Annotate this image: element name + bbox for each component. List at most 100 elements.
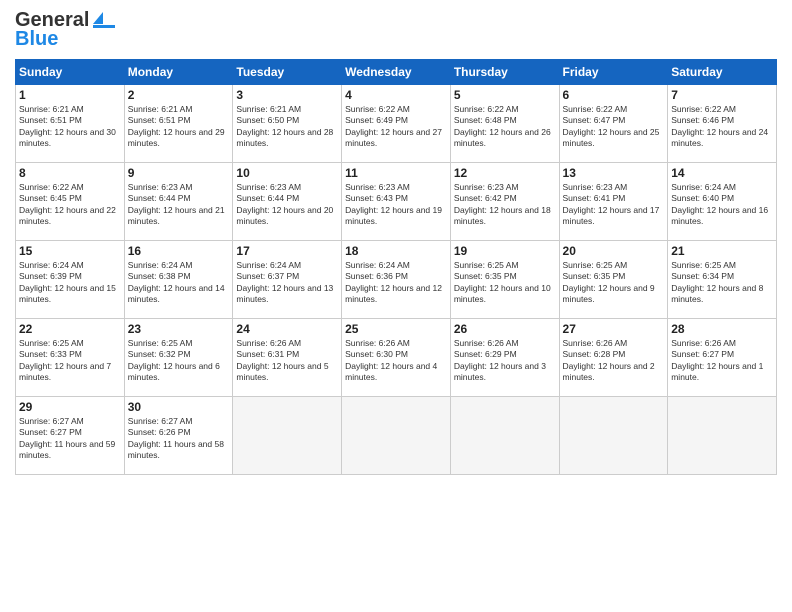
calendar-cell: 14 Sunrise: 6:24 AMSunset: 6:40 PMDayligh… <box>668 163 777 241</box>
day-number: 28 <box>671 322 773 336</box>
day-number: 21 <box>671 244 773 258</box>
calendar-cell: 8 Sunrise: 6:22 AMSunset: 6:45 PMDaylight… <box>16 163 125 241</box>
calendar-cell <box>233 397 342 475</box>
day-header-sunday: Sunday <box>16 60 125 85</box>
day-info: Sunrise: 6:21 AMSunset: 6:51 PMDaylight:… <box>128 104 230 150</box>
day-info: Sunrise: 6:26 AMSunset: 6:31 PMDaylight:… <box>236 338 338 384</box>
day-info: Sunrise: 6:24 AMSunset: 6:40 PMDaylight:… <box>671 182 773 228</box>
calendar-cell: 24 Sunrise: 6:26 AMSunset: 6:31 PMDayligh… <box>233 319 342 397</box>
day-info: Sunrise: 6:22 AMSunset: 6:48 PMDaylight:… <box>454 104 556 150</box>
calendar-cell: 15 Sunrise: 6:24 AMSunset: 6:39 PMDayligh… <box>16 241 125 319</box>
day-number: 5 <box>454 88 556 102</box>
day-number: 10 <box>236 166 338 180</box>
day-info: Sunrise: 6:26 AMSunset: 6:29 PMDaylight:… <box>454 338 556 384</box>
day-number: 11 <box>345 166 447 180</box>
calendar-cell: 1 Sunrise: 6:21 AMSunset: 6:51 PMDaylight… <box>16 85 125 163</box>
calendar-cell: 6 Sunrise: 6:22 AMSunset: 6:47 PMDaylight… <box>559 85 668 163</box>
calendar-cell: 4 Sunrise: 6:22 AMSunset: 6:49 PMDaylight… <box>342 85 451 163</box>
day-number: 24 <box>236 322 338 336</box>
day-info: Sunrise: 6:24 AMSunset: 6:36 PMDaylight:… <box>345 260 447 306</box>
day-header-thursday: Thursday <box>450 60 559 85</box>
calendar-cell: 30 Sunrise: 6:27 AMSunset: 6:26 PMDayligh… <box>124 397 233 475</box>
day-info: Sunrise: 6:27 AMSunset: 6:27 PMDaylight:… <box>19 416 121 462</box>
day-info: Sunrise: 6:26 AMSunset: 6:27 PMDaylight:… <box>671 338 773 384</box>
day-number: 26 <box>454 322 556 336</box>
day-number: 9 <box>128 166 230 180</box>
calendar-cell: 9 Sunrise: 6:23 AMSunset: 6:44 PMDaylight… <box>124 163 233 241</box>
logo-blue-text: Blue <box>15 28 58 51</box>
day-number: 25 <box>345 322 447 336</box>
day-info: Sunrise: 6:22 AMSunset: 6:46 PMDaylight:… <box>671 104 773 150</box>
day-info: Sunrise: 6:26 AMSunset: 6:30 PMDaylight:… <box>345 338 447 384</box>
day-number: 19 <box>454 244 556 258</box>
logo: General Blue <box>15 10 115 51</box>
calendar-cell: 21 Sunrise: 6:25 AMSunset: 6:34 PMDayligh… <box>668 241 777 319</box>
calendar-cell: 25 Sunrise: 6:26 AMSunset: 6:30 PMDayligh… <box>342 319 451 397</box>
day-info: Sunrise: 6:25 AMSunset: 6:35 PMDaylight:… <box>563 260 665 306</box>
day-info: Sunrise: 6:23 AMSunset: 6:41 PMDaylight:… <box>563 182 665 228</box>
day-number: 8 <box>19 166 121 180</box>
calendar-cell: 2 Sunrise: 6:21 AMSunset: 6:51 PMDaylight… <box>124 85 233 163</box>
calendar-cell: 20 Sunrise: 6:25 AMSunset: 6:35 PMDayligh… <box>559 241 668 319</box>
day-header-monday: Monday <box>124 60 233 85</box>
day-info: Sunrise: 6:23 AMSunset: 6:44 PMDaylight:… <box>236 182 338 228</box>
calendar-cell: 28 Sunrise: 6:26 AMSunset: 6:27 PMDayligh… <box>668 319 777 397</box>
calendar-cell: 19 Sunrise: 6:25 AMSunset: 6:35 PMDayligh… <box>450 241 559 319</box>
calendar-cell: 11Sunrise: 6:23 AMSunset: 6:43 PMDayligh… <box>342 163 451 241</box>
day-number: 30 <box>128 400 230 414</box>
day-info: Sunrise: 6:27 AMSunset: 6:26 PMDaylight:… <box>128 416 230 462</box>
day-number: 16 <box>128 244 230 258</box>
day-number: 20 <box>563 244 665 258</box>
day-info: Sunrise: 6:25 AMSunset: 6:32 PMDaylight:… <box>128 338 230 384</box>
day-header-friday: Friday <box>559 60 668 85</box>
day-number: 13 <box>563 166 665 180</box>
day-info: Sunrise: 6:25 AMSunset: 6:35 PMDaylight:… <box>454 260 556 306</box>
calendar-cell: 10 Sunrise: 6:23 AMSunset: 6:44 PMDayligh… <box>233 163 342 241</box>
day-info: Sunrise: 6:23 AMSunset: 6:42 PMDaylight:… <box>454 182 556 228</box>
calendar-cell: 17 Sunrise: 6:24 AMSunset: 6:37 PMDayligh… <box>233 241 342 319</box>
day-info: Sunrise: 6:24 AMSunset: 6:37 PMDaylight:… <box>236 260 338 306</box>
day-info: Sunrise: 6:24 AMSunset: 6:38 PMDaylight:… <box>128 260 230 306</box>
calendar-cell: 13 Sunrise: 6:23 AMSunset: 6:41 PMDayligh… <box>559 163 668 241</box>
day-number: 2 <box>128 88 230 102</box>
day-info: Sunrise: 6:26 AMSunset: 6:28 PMDaylight:… <box>563 338 665 384</box>
day-number: 15 <box>19 244 121 258</box>
calendar-cell <box>342 397 451 475</box>
day-info: Sunrise: 6:22 AMSunset: 6:45 PMDaylight:… <box>19 182 121 228</box>
day-number: 6 <box>563 88 665 102</box>
day-info: Sunrise: 6:25 AMSunset: 6:33 PMDaylight:… <box>19 338 121 384</box>
day-number: 7 <box>671 88 773 102</box>
calendar-cell <box>559 397 668 475</box>
day-number: 29 <box>19 400 121 414</box>
day-number: 27 <box>563 322 665 336</box>
day-info: Sunrise: 6:22 AMSunset: 6:49 PMDaylight:… <box>345 104 447 150</box>
day-number: 4 <box>345 88 447 102</box>
day-number: 18 <box>345 244 447 258</box>
calendar-cell: 27 Sunrise: 6:26 AMSunset: 6:28 PMDayligh… <box>559 319 668 397</box>
day-info: Sunrise: 6:21 AMSunset: 6:50 PMDaylight:… <box>236 104 338 150</box>
day-header-tuesday: Tuesday <box>233 60 342 85</box>
calendar-cell: 26 Sunrise: 6:26 AMSunset: 6:29 PMDayligh… <box>450 319 559 397</box>
day-number: 23 <box>128 322 230 336</box>
calendar-cell: 29 Sunrise: 6:27 AMSunset: 6:27 PMDayligh… <box>16 397 125 475</box>
calendar-cell: 23 Sunrise: 6:25 AMSunset: 6:32 PMDayligh… <box>124 319 233 397</box>
day-header-saturday: Saturday <box>668 60 777 85</box>
calendar-cell: 22Sunrise: 6:25 AMSunset: 6:33 PMDayligh… <box>16 319 125 397</box>
day-info: Sunrise: 6:21 AMSunset: 6:51 PMDaylight:… <box>19 104 121 150</box>
calendar-cell: 12 Sunrise: 6:23 AMSunset: 6:42 PMDayligh… <box>450 163 559 241</box>
day-info: Sunrise: 6:25 AMSunset: 6:34 PMDaylight:… <box>671 260 773 306</box>
day-number: 12 <box>454 166 556 180</box>
day-info: Sunrise: 6:24 AMSunset: 6:39 PMDaylight:… <box>19 260 121 306</box>
calendar-cell <box>450 397 559 475</box>
day-number: 17 <box>236 244 338 258</box>
day-header-wednesday: Wednesday <box>342 60 451 85</box>
day-info: Sunrise: 6:23 AMSunset: 6:44 PMDaylight:… <box>128 182 230 228</box>
day-info: Sunrise: 6:22 AMSunset: 6:47 PMDaylight:… <box>563 104 665 150</box>
day-number: 1 <box>19 88 121 102</box>
calendar: SundayMondayTuesdayWednesdayThursdayFrid… <box>15 59 777 475</box>
calendar-cell: 16 Sunrise: 6:24 AMSunset: 6:38 PMDayligh… <box>124 241 233 319</box>
day-number: 3 <box>236 88 338 102</box>
calendar-cell: 3 Sunrise: 6:21 AMSunset: 6:50 PMDaylight… <box>233 85 342 163</box>
calendar-cell: 7 Sunrise: 6:22 AMSunset: 6:46 PMDaylight… <box>668 85 777 163</box>
day-number: 14 <box>671 166 773 180</box>
